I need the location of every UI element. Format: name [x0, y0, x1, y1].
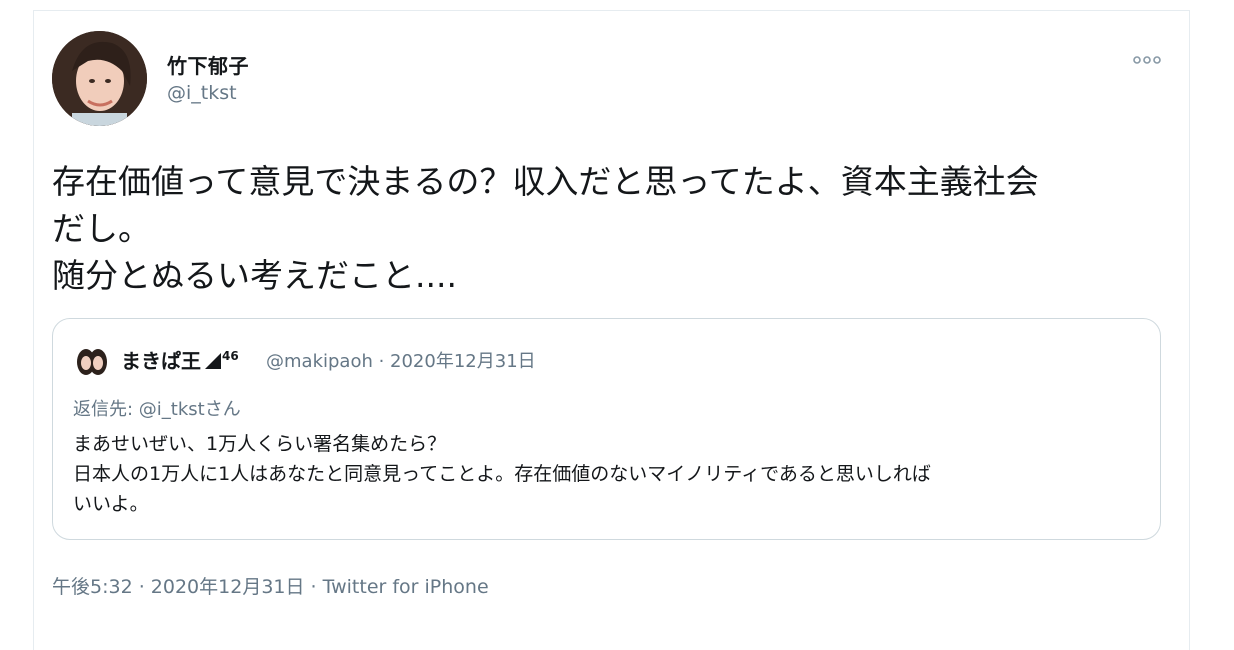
author-avatar[interactable]: [52, 31, 147, 126]
quoted-name-superscript: 46: [222, 349, 239, 364]
tweet-source[interactable]: Twitter for iPhone: [323, 576, 489, 598]
tweet-page: 竹下郁子 @i_tkst 存在価値って意見で決まるの？収入だと思ってたよ、資本主…: [0, 0, 1234, 650]
more-options-icon[interactable]: [1132, 52, 1162, 66]
author-display-name[interactable]: 竹下郁子: [167, 50, 249, 79]
author-handle[interactable]: @i_tkst: [167, 82, 237, 104]
quoted-tweet[interactable]: まきぱ王 46 @makipaoh · 2020年12月31日 返信先: @i_t…: [52, 318, 1161, 540]
signal-icon: [205, 353, 221, 369]
tweet-timestamp[interactable]: 午後5:32 · 2020年12月31日: [52, 576, 305, 598]
quoted-tweet-text: まあせいぜい、1万人くらい署名集めたら？ 日本人の1万人に1人はあなたと同意見っ…: [73, 433, 931, 515]
quoted-tweet-meta[interactable]: @makipaoh · 2020年12月31日: [266, 347, 536, 373]
footer-separator: ·: [310, 576, 317, 598]
tweet-text: 存在価値って意見で決まるの？収入だと思ってたよ、資本主義社会 だし。 随分とぬる…: [52, 162, 1039, 295]
quoted-author-avatar-image: [75, 345, 109, 379]
quoted-reply-to: 返信先: @i_tkstさん: [73, 399, 241, 420]
quoted-display-name: まきぱ王: [121, 349, 201, 373]
tweet-footer: 午後5:32 · 2020年12月31日 · Twitter for iPhon…: [52, 572, 489, 599]
quoted-author-name[interactable]: まきぱ王 46: [121, 345, 239, 374]
quoted-author-avatar[interactable]: [75, 345, 109, 379]
author-avatar-image: [52, 31, 147, 126]
